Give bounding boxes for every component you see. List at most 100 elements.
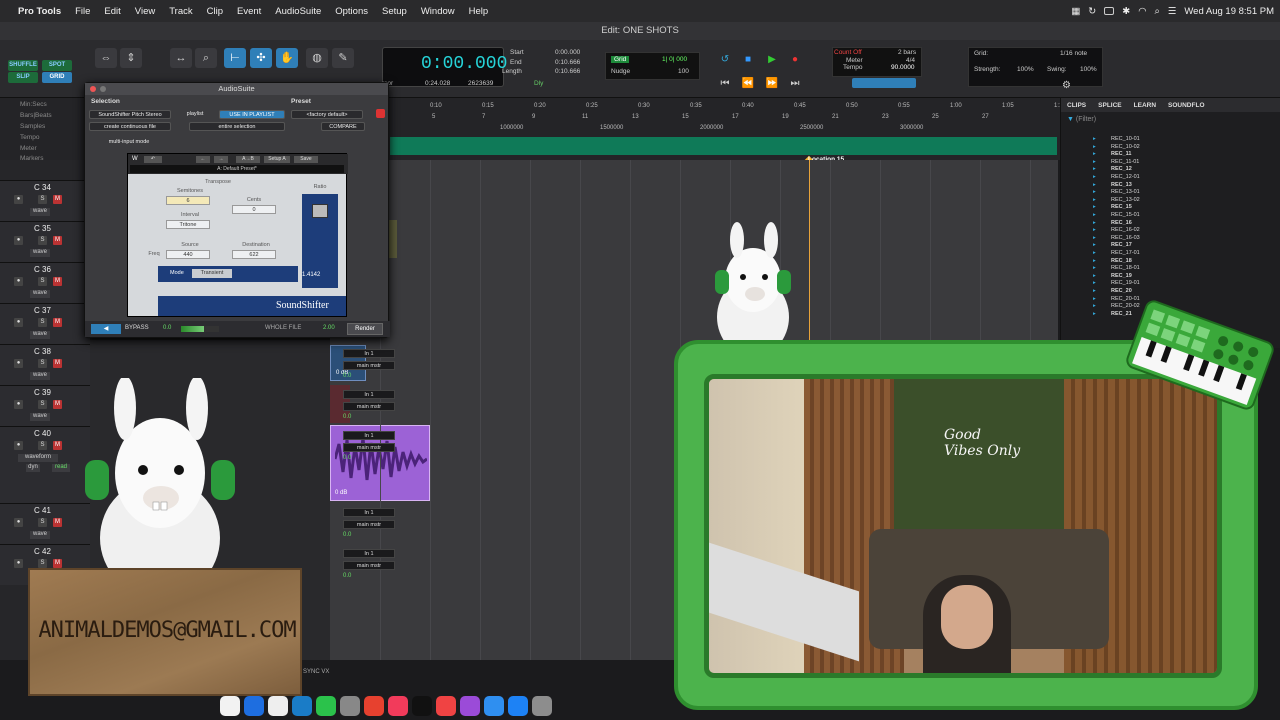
clip-list-item[interactable]: REC_12-01	[1111, 174, 1140, 180]
trim-tool-icon[interactable]: ⊢	[224, 48, 246, 68]
menu-track[interactable]: Track	[162, 6, 199, 17]
grid-settings-value[interactable]: 1/16 note	[1060, 50, 1087, 57]
nudge-value[interactable]: 100	[678, 68, 689, 75]
mute-button[interactable]: M	[53, 277, 62, 286]
track-name[interactable]: C 38	[34, 347, 51, 356]
menu-help[interactable]: Help	[462, 6, 496, 17]
disclosure-triangle-icon[interactable]: ▸	[1093, 227, 1096, 233]
dly-label[interactable]: Dly	[534, 80, 543, 87]
track-name[interactable]: C 40	[34, 429, 51, 438]
menu-clip[interactable]: Clip	[200, 6, 230, 17]
tv-icon[interactable]	[412, 696, 432, 716]
clip-list-item[interactable]: REC_11-01	[1111, 159, 1139, 165]
solo-button[interactable]: S	[38, 400, 47, 409]
clip-list-item[interactable]: REC_19	[1111, 273, 1132, 279]
selection-mode-select[interactable]: entire selection	[189, 122, 285, 131]
solo-button[interactable]: S	[38, 559, 47, 568]
clip-list-item[interactable]: REC_18	[1111, 258, 1132, 264]
control-center-icon[interactable]: ☰	[1168, 6, 1177, 17]
clip-list-item[interactable]: REC_18-01	[1111, 265, 1140, 271]
disclosure-triangle-icon[interactable]: ▸	[1093, 235, 1096, 241]
track-c38[interactable]: C 38 ● S Mwave	[0, 344, 90, 385]
track-c34[interactable]: C 34 ● S Mwave	[0, 180, 90, 221]
clip-list-item[interactable]: REC_16-02	[1111, 227, 1140, 233]
disclosure-triangle-icon[interactable]: ▸	[1093, 265, 1096, 271]
midi-controls[interactable]	[852, 78, 916, 88]
rec-button[interactable]: ●	[14, 195, 23, 204]
solo-button[interactable]: S	[38, 195, 47, 204]
cents-field[interactable]: 0	[232, 205, 276, 214]
disclosure-triangle-icon[interactable]: ▸	[1093, 197, 1096, 203]
track-view-select[interactable]: wave	[30, 290, 50, 298]
mute-button[interactable]: M	[53, 195, 62, 204]
disclosure-triangle-icon[interactable]: ▸	[1093, 204, 1096, 210]
go-to-end-icon[interactable]: ⏭	[788, 77, 802, 91]
input-select[interactable]: In 1	[343, 549, 395, 558]
track-name[interactable]: C 41	[34, 506, 51, 515]
clip-list-item[interactable]: REC_10-01	[1111, 136, 1140, 142]
track-view-select[interactable]: wave	[30, 372, 50, 380]
grid-label[interactable]: Grid	[611, 56, 630, 63]
track-view-select[interactable]: wave	[30, 208, 50, 216]
volume-value[interactable]: 0.0	[343, 532, 395, 541]
swing-value[interactable]: 100%	[1080, 66, 1097, 73]
track-view-select[interactable]: wave	[30, 413, 50, 421]
input-select[interactable]: In 1	[343, 508, 395, 517]
ruler-samples[interactable]: Samples	[0, 123, 85, 130]
record-icon[interactable]: ●	[788, 53, 802, 67]
tempo-value[interactable]: 90.0000	[891, 64, 915, 71]
track-name[interactable]: C 35	[34, 224, 51, 233]
mute-button[interactable]: M	[53, 559, 62, 568]
close-icon[interactable]	[90, 86, 96, 92]
undo-button[interactable]: ↶	[144, 156, 162, 163]
track-c35[interactable]: C 35 ● S Mwave	[0, 221, 90, 262]
disclosure-triangle-icon[interactable]: ▸	[1093, 144, 1096, 150]
clips-filter[interactable]: ▼ (Filter)	[1067, 116, 1096, 123]
volume-value[interactable]: 0.0	[343, 455, 395, 464]
sync-icon[interactable]: ↻	[1088, 6, 1096, 17]
disclosure-triangle-icon[interactable]: ▸	[1093, 273, 1096, 279]
freeform-icon[interactable]	[292, 696, 312, 716]
track-name[interactable]: C 34	[34, 183, 51, 192]
clip-list-item[interactable]: REC_11	[1111, 151, 1132, 157]
grid-mode-button[interactable]: GRID	[42, 72, 72, 83]
numbers-icon[interactable]	[484, 696, 504, 716]
ruler-meter[interactable]: Meter	[0, 145, 85, 152]
mute-button[interactable]: M	[53, 441, 62, 450]
stop-icon[interactable]: ■	[741, 53, 755, 67]
track-name[interactable]: C 39	[34, 388, 51, 397]
menu-setup[interactable]: Setup	[375, 6, 414, 17]
track-view-select[interactable]: wave	[30, 249, 50, 257]
setup-a-button[interactable]: Setup A	[264, 156, 290, 163]
tab-clips[interactable]: CLIPS	[1067, 102, 1086, 109]
rec-button[interactable]: ●	[14, 559, 23, 568]
clip-list-item[interactable]: REC_15-01	[1111, 212, 1140, 218]
track-view-select[interactable]: wave	[30, 531, 50, 539]
zoomer-tool-icon[interactable]: ⌕	[195, 48, 217, 68]
nudge-label[interactable]: Nudge	[611, 68, 630, 75]
clip-list-item[interactable]: REC_15	[1111, 204, 1132, 210]
chrome-icon[interactable]	[220, 696, 240, 716]
preset-name[interactable]: A: Default Preset*	[130, 165, 344, 173]
output-select[interactable]: main mstr	[343, 520, 395, 529]
clip-list-item[interactable]: REC_17	[1111, 242, 1132, 248]
system-settings-icon[interactable]	[532, 696, 552, 716]
ab-button[interactable]: A→B	[236, 156, 260, 163]
output-select[interactable]: main mstr	[343, 443, 395, 452]
disclosure-triangle-icon[interactable]: ▸	[1093, 189, 1096, 195]
mute-button[interactable]: M	[53, 400, 62, 409]
clip-list-item[interactable]: REC_16-03	[1111, 235, 1140, 241]
mute-button[interactable]: M	[53, 359, 62, 368]
messages-icon[interactable]	[316, 696, 336, 716]
horizontal-zoom-icon[interactable]: ↔	[170, 48, 192, 68]
zoom-out-icon[interactable]: ⇕	[120, 48, 142, 68]
input-select[interactable]: In 1	[343, 349, 395, 358]
disclosure-triangle-icon[interactable]: ▸	[1093, 280, 1096, 286]
solo-button[interactable]: S	[38, 318, 47, 327]
preview-button[interactable]: ◀	[91, 324, 121, 334]
semitones-field[interactable]: 6	[166, 196, 210, 205]
grid-status-icon[interactable]: ▦	[1071, 6, 1080, 17]
disclosure-triangle-icon[interactable]: ▸	[1093, 159, 1096, 165]
disclosure-triangle-icon[interactable]: ▸	[1093, 151, 1096, 157]
spot-mode-button[interactable]: SPOT	[42, 60, 72, 71]
